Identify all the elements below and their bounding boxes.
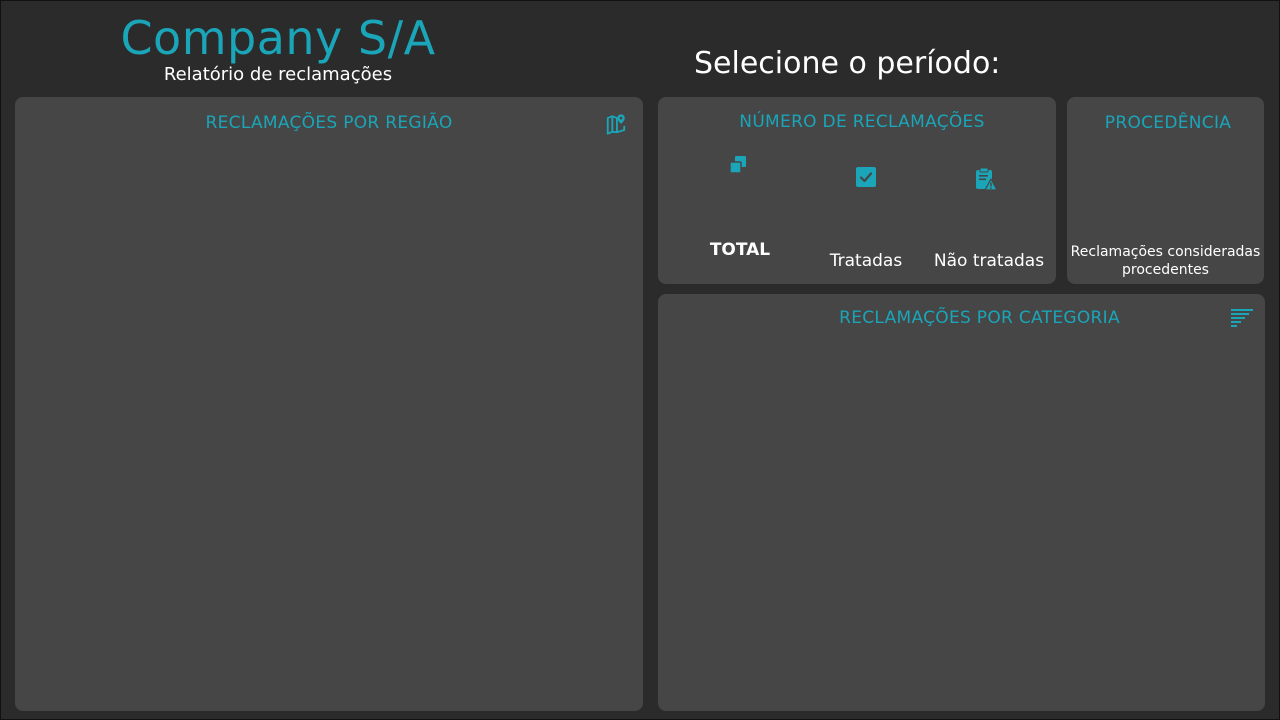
check-box-icon — [856, 167, 876, 187]
sort-descending-icon — [1231, 309, 1253, 327]
count-card-title: NÚMERO DE RECLAMAÇÕES — [739, 112, 985, 132]
period-selector-label[interactable]: Selecione o período: — [694, 46, 1000, 82]
kpi-total-label: TOTAL — [709, 240, 771, 260]
company-title: Company S/A — [120, 11, 436, 65]
kpi-treated-label: Tratadas — [829, 251, 903, 271]
validity-description: Reclamações consideradas procedentes — [1070, 244, 1261, 278]
clipboard-warning-icon — [976, 167, 998, 191]
validity-card-title: PROCEDÊNCIA — [1104, 113, 1232, 133]
copy-icon — [729, 156, 746, 174]
region-card-title: RECLAMAÇÕES POR REGIÃO — [205, 113, 453, 133]
report-subtitle: Relatório de reclamações — [163, 64, 393, 85]
region-complaints-card: RECLAMAÇÕES POR REGIÃO — [15, 97, 643, 711]
complaint-count-card: NÚMERO DE RECLAMAÇÕES TOTAL Tratadas Não… — [658, 97, 1056, 284]
kpi-untreated-label: Não tratadas — [933, 251, 1045, 271]
category-complaints-card: RECLAMAÇÕES POR CATEGORIA — [658, 294, 1265, 711]
validity-card: PROCEDÊNCIA Reclamações consideradas pro… — [1067, 97, 1264, 284]
category-card-title: RECLAMAÇÕES POR CATEGORIA — [839, 308, 1120, 328]
map-pin-icon — [606, 114, 626, 135]
